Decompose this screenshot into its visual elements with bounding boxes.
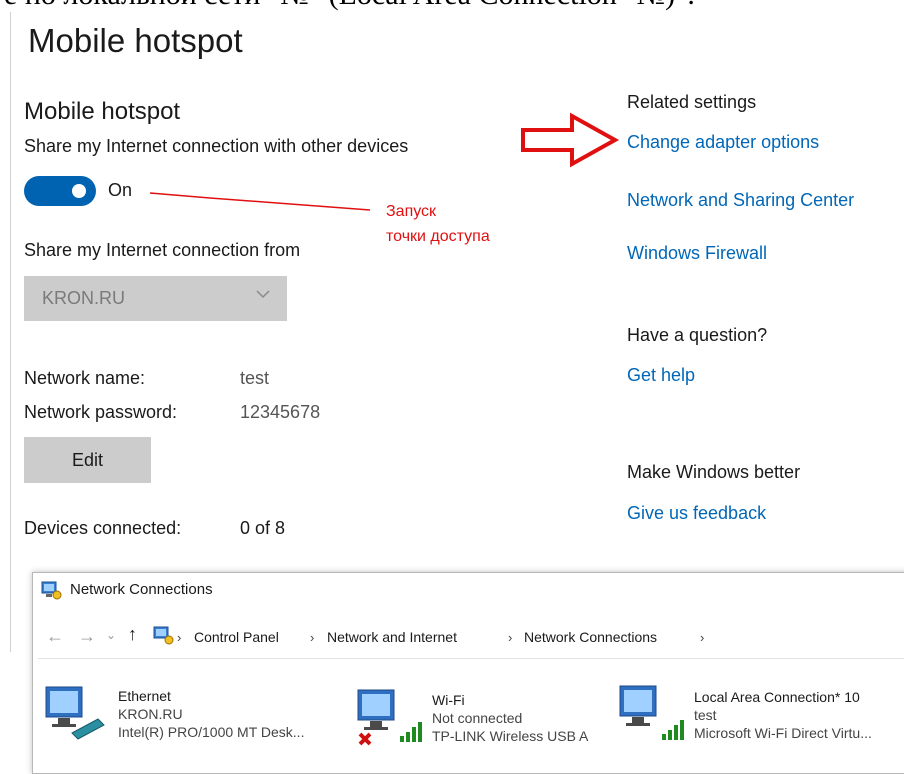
- adapter-device: TP-LINK Wireless USB A: [432, 728, 589, 744]
- change-adapter-options-link[interactable]: Change adapter options: [627, 132, 819, 153]
- share-from-select[interactable]: KRON.RU: [24, 276, 287, 321]
- breadcrumb-separator: ›: [700, 630, 705, 645]
- ethernet-adapter-icon[interactable]: [42, 685, 108, 741]
- adapter-name: Wi-Fi: [432, 692, 465, 708]
- edit-button[interactable]: Edit: [24, 437, 151, 483]
- adapter-status: KRON.RU: [118, 706, 183, 722]
- network-password-label: Network password:: [24, 402, 178, 422]
- adapter-status: test: [694, 707, 717, 723]
- page-title: Mobile hotspot: [28, 22, 243, 59]
- breadcrumb-control-panel[interactable]: Control Panel: [194, 629, 279, 645]
- back-arrow-icon[interactable]: ←: [46, 626, 64, 647]
- share-from-label: Share my Internet connection from: [24, 240, 301, 260]
- annotation-line2: точки доступа: [386, 228, 490, 245]
- windows-firewall-link[interactable]: Windows Firewall: [627, 243, 767, 264]
- section-title: Mobile hotspot: [24, 98, 181, 125]
- wifi-adapter-icon[interactable]: [354, 688, 426, 746]
- annotation-line1: Запуск: [386, 203, 437, 220]
- document-caption: е по локальной сети "№" (Local Area Conn…: [4, 0, 695, 12]
- breadcrumb-separator: ›: [508, 630, 513, 645]
- related-settings-heading: Related settings: [627, 92, 757, 112]
- share-from-value: KRON.RU: [42, 288, 126, 308]
- hotspot-toggle[interactable]: [24, 176, 96, 206]
- network-connections-icon: [41, 581, 62, 600]
- annotation-line: [150, 192, 371, 211]
- network-password-value: 12345678: [240, 402, 321, 422]
- network-sharing-center-link[interactable]: Network and Sharing Center: [627, 190, 854, 211]
- adapter-status: Not connected: [432, 710, 523, 726]
- up-arrow-icon[interactable]: ↑: [128, 624, 137, 645]
- network-name-label: Network name:: [24, 368, 146, 388]
- recent-locations-chevron-icon[interactable]: ⌄: [106, 628, 116, 642]
- edit-button-label: Edit: [71, 450, 104, 470]
- breadcrumb-network-internet[interactable]: Network and Internet: [327, 629, 457, 645]
- arrow-right-icon: [521, 112, 620, 168]
- have-question-heading: Have a question?: [627, 325, 768, 345]
- chevron-down-icon: [256, 290, 270, 299]
- control-panel-icon: [153, 626, 174, 645]
- adapter-device: Intel(R) PRO/1000 MT Desk...: [118, 724, 305, 740]
- adapter-name: Ethernet: [118, 688, 171, 704]
- breadcrumb-network-connections[interactable]: Network Connections: [524, 629, 657, 645]
- adapter-device: Microsoft Wi-Fi Direct Virtu...: [694, 725, 872, 741]
- toggle-knob: [72, 184, 86, 198]
- devices-connected-label: Devices connected:: [24, 518, 182, 538]
- network-name-value: test: [240, 368, 270, 388]
- devices-connected-value: 0 of 8: [240, 518, 286, 538]
- adapter-name: Local Area Connection* 10: [694, 689, 860, 705]
- get-help-link[interactable]: Get help: [627, 365, 695, 386]
- share-label: Share my Internet connection with other …: [24, 136, 409, 156]
- toggle-state-label: On: [108, 180, 133, 200]
- give-feedback-link[interactable]: Give us feedback: [627, 503, 766, 524]
- make-windows-better-heading: Make Windows better: [627, 462, 801, 482]
- breadcrumb-separator: ›: [177, 630, 182, 645]
- local-area-connection-icon[interactable]: [614, 684, 690, 744]
- window-title: Network Connections: [70, 581, 213, 598]
- forward-arrow-icon[interactable]: →: [78, 626, 96, 647]
- breadcrumb-separator: ›: [310, 630, 315, 645]
